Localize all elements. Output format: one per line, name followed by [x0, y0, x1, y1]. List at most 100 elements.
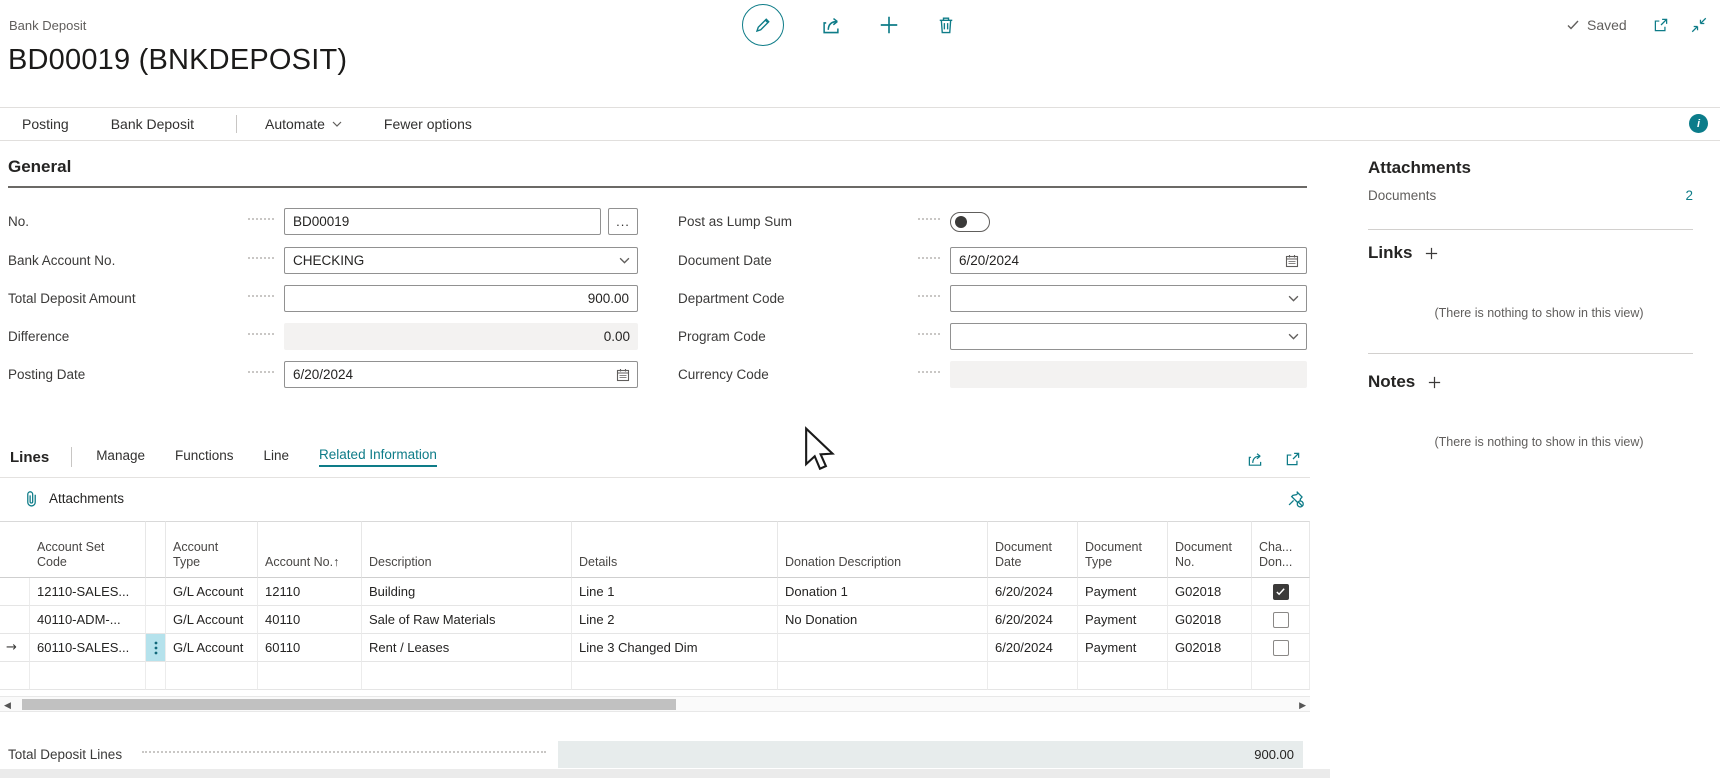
- cell-account-type[interactable]: G/L Account: [166, 578, 258, 606]
- cell-description[interactable]: Sale of Raw Materials: [362, 606, 572, 634]
- bank-account-no-select[interactable]: CHECKING: [284, 247, 638, 274]
- lines-menu-functions[interactable]: Functions: [175, 448, 234, 466]
- info-icon[interactable]: i: [1689, 114, 1708, 133]
- department-code-select[interactable]: [950, 285, 1307, 312]
- document-date-input[interactable]: 6/20/2024: [950, 247, 1307, 274]
- documents-count-link[interactable]: 2: [1685, 188, 1693, 203]
- no-input[interactable]: BD00019: [284, 208, 601, 235]
- cell-details[interactable]: Line 1: [572, 578, 778, 606]
- posting-date-input[interactable]: 6/20/2024: [284, 361, 638, 388]
- delete-button[interactable]: [936, 15, 956, 35]
- empty-cell[interactable]: [1252, 662, 1310, 690]
- open-in-new-window-icon[interactable]: [1652, 16, 1670, 34]
- cell-details[interactable]: Line 2: [572, 606, 778, 634]
- empty-cell[interactable]: [30, 662, 146, 690]
- add-note-button[interactable]: [1427, 375, 1442, 390]
- row-selector[interactable]: [0, 578, 30, 606]
- column-header-donation-description[interactable]: Donation Description: [778, 521, 988, 578]
- column-header-details[interactable]: Details: [572, 521, 778, 578]
- post-as-lump-sum-toggle[interactable]: [950, 212, 990, 232]
- column-header-changed-donation[interactable]: Cha... Don...: [1252, 521, 1310, 578]
- program-code-select[interactable]: [950, 323, 1307, 350]
- cell-row-menu[interactable]: [146, 578, 166, 606]
- cell-account-set-code[interactable]: 60110-SALES...: [30, 634, 146, 662]
- chevron-down-icon[interactable]: [1288, 295, 1299, 303]
- lines-attachments-button[interactable]: Attachments: [24, 490, 124, 507]
- expand-icon[interactable]: [1284, 450, 1302, 468]
- scrollbar-thumb[interactable]: [22, 699, 676, 710]
- cell-document-date[interactable]: 6/20/2024: [988, 634, 1078, 662]
- empty-cell[interactable]: [778, 662, 988, 690]
- cell-document-type[interactable]: Payment: [1078, 634, 1168, 662]
- column-header-account-type[interactable]: Account Type: [166, 521, 258, 578]
- chevron-down-icon[interactable]: [619, 257, 630, 265]
- cell-document-no[interactable]: G02018: [1168, 634, 1252, 662]
- cell-document-type[interactable]: Payment: [1078, 606, 1168, 634]
- cell-document-type[interactable]: Payment: [1078, 578, 1168, 606]
- calendar-icon[interactable]: [615, 367, 631, 383]
- empty-cell[interactable]: [1078, 662, 1168, 690]
- lines-menu-related-information[interactable]: Related Information: [319, 447, 437, 467]
- empty-cell[interactable]: [362, 662, 572, 690]
- empty-cell[interactable]: [146, 662, 166, 690]
- changed-donation-checkbox[interactable]: [1273, 612, 1289, 628]
- row-menu-button[interactable]: [146, 634, 166, 662]
- menu-item-automate[interactable]: Automate: [265, 116, 342, 132]
- lines-menu-manage[interactable]: Manage: [96, 448, 145, 466]
- cell-account-set-code[interactable]: 40110-ADM-...: [30, 606, 146, 634]
- cell-document-date[interactable]: 6/20/2024: [988, 606, 1078, 634]
- cell-account-type[interactable]: G/L Account: [166, 634, 258, 662]
- row-selector[interactable]: [0, 662, 30, 690]
- empty-cell[interactable]: [572, 662, 778, 690]
- cell-document-no[interactable]: G02018: [1168, 578, 1252, 606]
- collapse-icon[interactable]: [1690, 16, 1708, 34]
- lines-menu-line[interactable]: Line: [264, 448, 290, 466]
- menu-item-posting[interactable]: Posting: [22, 116, 69, 132]
- column-header-document-date[interactable]: Document Date: [988, 521, 1078, 578]
- cell-details[interactable]: Line 3 Changed Dim: [572, 634, 778, 662]
- scroll-left-icon[interactable]: ◀: [4, 700, 11, 711]
- column-header-account-no[interactable]: Account No.↑: [258, 521, 362, 578]
- cell-donation-description[interactable]: Donation 1: [778, 578, 988, 606]
- cell-row-menu[interactable]: [146, 606, 166, 634]
- changed-donation-checkbox[interactable]: [1273, 584, 1289, 600]
- lines-heading[interactable]: Lines: [10, 449, 49, 466]
- cell-account-no[interactable]: 60110: [258, 634, 362, 662]
- empty-cell[interactable]: [988, 662, 1078, 690]
- chevron-down-icon[interactable]: [1288, 333, 1299, 341]
- changed-donation-checkbox[interactable]: [1273, 640, 1289, 656]
- row-selector[interactable]: [0, 606, 30, 634]
- column-header-account-set-code[interactable]: Account Set Code: [30, 521, 146, 578]
- empty-cell[interactable]: [166, 662, 258, 690]
- no-assist-edit-button[interactable]: ...: [608, 208, 638, 235]
- edit-button[interactable]: [742, 4, 784, 46]
- share-icon[interactable]: [1246, 450, 1264, 468]
- cell-description[interactable]: Rent / Leases: [362, 634, 572, 662]
- cell-account-no[interactable]: 40110: [258, 606, 362, 634]
- cell-document-date[interactable]: 6/20/2024: [988, 578, 1078, 606]
- empty-cell[interactable]: [258, 662, 362, 690]
- scroll-right-icon[interactable]: ▶: [1299, 700, 1306, 711]
- cell-account-no[interactable]: 12110: [258, 578, 362, 606]
- general-section-heading[interactable]: General: [8, 157, 1307, 188]
- new-button[interactable]: [878, 14, 900, 36]
- calendar-icon[interactable]: [1284, 253, 1300, 269]
- column-header-description[interactable]: Description: [362, 521, 572, 578]
- cell-donation-description[interactable]: No Donation: [778, 606, 988, 634]
- cell-document-no[interactable]: G02018: [1168, 606, 1252, 634]
- cell-account-type[interactable]: G/L Account: [166, 606, 258, 634]
- horizontal-scrollbar[interactable]: ◀ ▶: [0, 696, 1310, 712]
- cell-donation-description[interactable]: [778, 634, 988, 662]
- column-header-document-type[interactable]: Document Type: [1078, 521, 1168, 578]
- menu-item-fewer-options[interactable]: Fewer options: [384, 116, 472, 132]
- share-button[interactable]: [820, 14, 842, 36]
- current-row-indicator[interactable]: →: [0, 634, 30, 662]
- add-link-button[interactable]: [1424, 246, 1439, 261]
- menu-item-bank-deposit[interactable]: Bank Deposit: [111, 116, 194, 132]
- cell-account-set-code[interactable]: 12110-SALES...: [30, 578, 146, 606]
- empty-cell[interactable]: [1168, 662, 1252, 690]
- pin-off-icon[interactable]: [1286, 489, 1305, 508]
- column-header-document-no[interactable]: Document No.: [1168, 521, 1252, 578]
- cell-description[interactable]: Building: [362, 578, 572, 606]
- total-deposit-amount-input[interactable]: 900.00: [284, 285, 638, 312]
